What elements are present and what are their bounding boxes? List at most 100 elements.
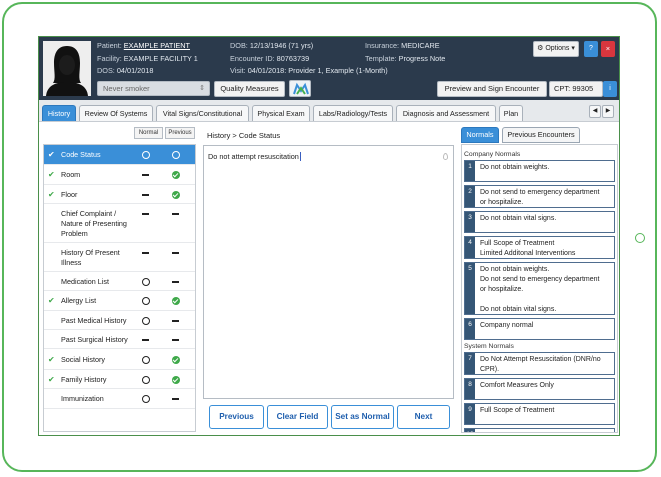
close-button[interactable]: × xyxy=(601,41,615,57)
previous-status-empty-icon[interactable] xyxy=(172,151,180,159)
tab-label: Vital Signs/Constitutional xyxy=(162,109,243,118)
tab-plan[interactable]: Plan xyxy=(499,105,523,121)
encounter-info: DOB: 12/13/1946 (71 yrs) Encounter ID: 8… xyxy=(230,40,388,78)
tab-previous-encounters[interactable]: Previous Encounters xyxy=(502,127,580,143)
normal-template-card[interactable]: 3 Do not obtain vital signs. xyxy=(464,211,615,233)
tab-vital-signs[interactable]: Vital Signs/Constitutional xyxy=(156,105,249,121)
previous-status-none-icon[interactable] xyxy=(172,212,179,215)
history-item-past-medical-history[interactable]: Past Medical History xyxy=(44,311,195,330)
history-item-past-surgical-history[interactable]: Past Surgical History xyxy=(44,330,195,349)
previous-status-done-icon[interactable] xyxy=(172,297,180,305)
code-status-text-area[interactable]: Do not attempt resuscitation xyxy=(203,145,454,399)
normal-template-number: 8 xyxy=(465,379,475,399)
normal-status-empty-icon[interactable] xyxy=(142,316,150,325)
normal-template-card[interactable]: 2 Do not send to emergency department or … xyxy=(464,185,615,208)
previous-status-none-icon[interactable] xyxy=(172,319,179,322)
normal-status-empty-icon[interactable] xyxy=(142,151,150,159)
normal-status-empty-icon[interactable] xyxy=(142,297,150,305)
history-item-medication-list[interactable]: Medication List xyxy=(44,272,195,291)
normal-template-number: 5 xyxy=(465,263,475,314)
history-item-label: Chief Complaint / Nature of Presenting P… xyxy=(61,208,127,238)
clear-field-button[interactable]: Clear Field xyxy=(267,405,328,429)
tab-scroll-left-button[interactable]: ◀ xyxy=(589,105,601,118)
dictation-icon[interactable] xyxy=(443,153,448,160)
history-item-room[interactable]: ✔ Room xyxy=(44,165,195,185)
options-button[interactable]: ⚙ Options ▾ xyxy=(533,41,579,57)
normal-template-card[interactable]: 5 Do not obtain weights. Do not send to e… xyxy=(464,262,615,315)
tab-label: Labs/Radiology/Tests xyxy=(318,109,388,118)
previous-status-done-icon[interactable] xyxy=(172,190,180,199)
normal-template-card[interactable]: 9 Full Scope of Treatment xyxy=(464,403,615,425)
normal-template-text: Do not obtain weights. xyxy=(480,164,550,171)
tab-history[interactable]: History xyxy=(42,105,76,121)
normal-status-none-icon[interactable] xyxy=(142,251,149,254)
cpt-info-button[interactable]: i xyxy=(603,81,617,97)
cpt-code-button[interactable]: CPT: 99305 xyxy=(549,81,603,97)
normal-status-none-icon[interactable] xyxy=(142,193,149,196)
tab-review-of-systems[interactable]: Review Of Systems xyxy=(79,105,153,121)
normal-status-empty-icon[interactable] xyxy=(142,277,150,286)
history-item-allergy-list[interactable]: ✔ Allergy List xyxy=(44,291,195,311)
normal-template-card[interactable]: 7 Do Not Attempt Resuscitation (DNR/no CP… xyxy=(464,352,615,375)
tab-scroll-right-button[interactable]: ▶ xyxy=(602,105,614,118)
tab-physical-exam[interactable]: Physical Exam xyxy=(252,105,310,121)
tab-label: History xyxy=(47,109,71,118)
normal-status-none-icon[interactable] xyxy=(142,174,149,176)
completed-check-icon: ✔ xyxy=(48,170,55,179)
previous-status-none-icon[interactable] xyxy=(172,280,179,283)
history-item-code-status[interactable]: ✔ Code Status xyxy=(44,145,195,165)
normal-template-card[interactable]: 1 Do not obtain weights. xyxy=(464,160,615,182)
editor-panel: History > Code Status Do not attempt res… xyxy=(203,127,454,432)
tab-normals[interactable]: Normals xyxy=(461,127,499,143)
patient-name-link[interactable]: EXAMPLE PATIENT xyxy=(124,41,190,50)
normal-template-number: 2 xyxy=(465,186,475,207)
normal-template-card[interactable]: 4 Full Scope of Treatment Limited Additon… xyxy=(464,236,615,259)
normal-status-empty-icon[interactable] xyxy=(142,375,150,384)
history-item-label: History Of Present Illness xyxy=(61,247,120,267)
tab-labs-radiology-tests[interactable]: Labs/Radiology/Tests xyxy=(313,105,393,121)
tab-label: Review Of Systems xyxy=(84,109,148,118)
dos-value: 04/01/2018 xyxy=(116,66,154,75)
previous-button[interactable]: Previous xyxy=(209,405,264,429)
preview-sign-button[interactable]: Preview and Sign Encounter xyxy=(437,81,547,97)
previous-status-none-icon[interactable] xyxy=(172,251,179,254)
insurance-label: Insurance: xyxy=(365,41,400,50)
smoking-status-select[interactable]: Never smoker ⇕ xyxy=(97,81,210,96)
facility-label: Facility: xyxy=(97,53,122,63)
normal-template-card[interactable]: 6 Company normal xyxy=(464,318,615,340)
normal-template-card[interactable]: 8 Comfort Measures Only xyxy=(464,378,615,400)
history-item-family-history[interactable]: ✔ Family History xyxy=(44,370,195,389)
app-logo-button[interactable] xyxy=(289,80,311,97)
help-button[interactable]: ? xyxy=(584,41,598,57)
tab-diagnosis-assessment[interactable]: Diagnosis and Assessment xyxy=(396,105,496,121)
previous-status-done-icon[interactable] xyxy=(172,171,180,179)
normal-status-none-icon[interactable] xyxy=(142,212,149,215)
options-label: Options xyxy=(545,45,570,52)
normal-status-empty-icon[interactable] xyxy=(142,355,150,364)
tablet-home-button[interactable] xyxy=(635,233,645,243)
previous-status-done-icon[interactable] xyxy=(172,355,180,364)
completed-check-icon: ✔ xyxy=(48,374,55,384)
previous-status-done-icon[interactable] xyxy=(172,375,180,384)
previous-status-none-icon[interactable] xyxy=(172,338,179,341)
normal-template-card[interactable]: 10 Attempt Resuscitation (CPR) xyxy=(464,428,615,432)
quality-measures-button[interactable]: Quality Measures xyxy=(214,81,285,97)
history-item-history-of-present[interactable]: History Of Present Illness xyxy=(44,243,195,272)
tab-previous-encounters-label: Previous Encounters xyxy=(507,130,575,139)
arrow-left-icon: ◀ xyxy=(592,108,598,114)
next-button-label: Next xyxy=(414,412,433,421)
normal-status-none-icon[interactable] xyxy=(142,338,149,341)
set-as-normal-button[interactable]: Set as Normal xyxy=(331,405,394,429)
patient-avatar xyxy=(43,41,91,96)
history-item-chief-complaint[interactable]: Chief Complaint / Nature of Presenting P… xyxy=(44,204,195,243)
normal-status-empty-icon[interactable] xyxy=(142,395,150,403)
dob-label: DOB: xyxy=(230,41,248,50)
close-icon: × xyxy=(605,44,611,53)
history-item-immunization[interactable]: Immunization xyxy=(44,389,195,409)
previous-status-none-icon[interactable] xyxy=(172,398,179,400)
history-item-floor[interactable]: ✔ Floor xyxy=(44,185,195,204)
dos-label: DOS: xyxy=(97,66,115,75)
next-button[interactable]: Next xyxy=(397,405,450,429)
history-item-social-history[interactable]: ✔ Social History xyxy=(44,349,195,370)
insurance-value: MEDICARE xyxy=(401,41,440,50)
